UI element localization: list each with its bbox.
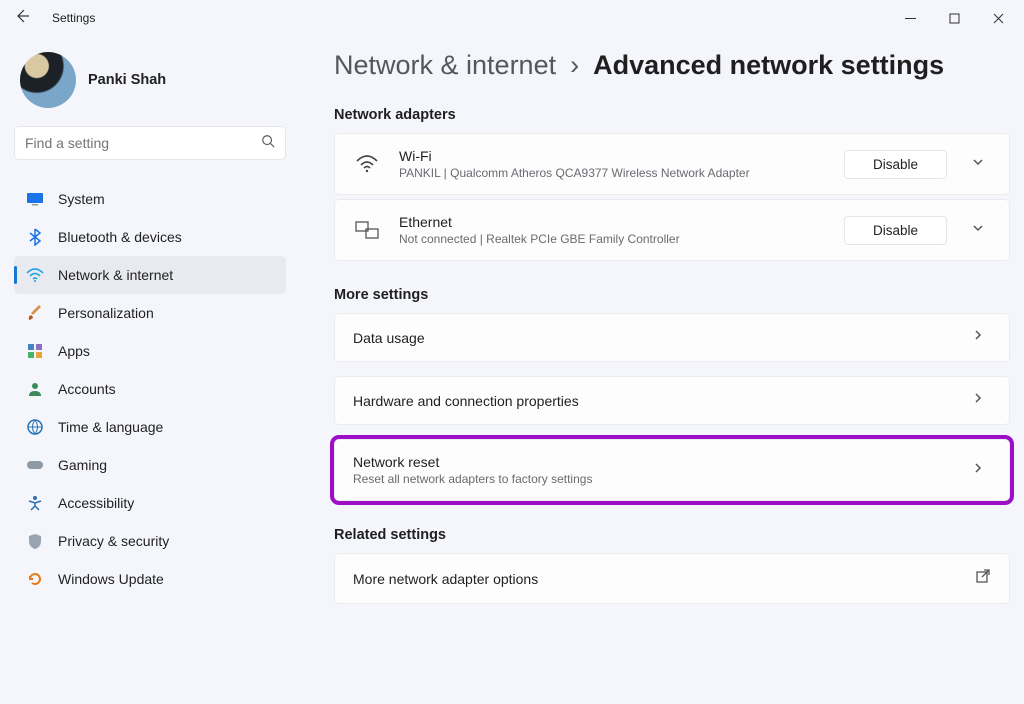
avatar [20, 52, 76, 108]
page-title: Advanced network settings [593, 50, 944, 81]
user-profile[interactable]: Panki Shah [14, 46, 286, 126]
ethernet-icon [353, 221, 381, 239]
chevron-right-icon: › [570, 50, 579, 81]
chevron-right-icon [965, 391, 991, 410]
hardware-properties-row[interactable]: Hardware and connection properties [334, 376, 1010, 425]
more-adapter-options-row[interactable]: More network adapter options [334, 553, 1010, 604]
section-related-title: Related settings [334, 527, 1010, 543]
bluetooth-icon [26, 228, 44, 246]
adapter-ethernet[interactable]: Ethernet Not connected | Realtek PCIe GB… [334, 199, 1010, 261]
row-desc: Reset all network adapters to factory se… [353, 472, 947, 486]
sidebar-item-apps[interactable]: Apps [14, 332, 286, 370]
breadcrumb: Network & internet › Advanced network se… [334, 50, 1010, 81]
minimize-button[interactable] [888, 3, 932, 33]
sidebar-item-label: Windows Update [58, 571, 164, 587]
wifi-icon [26, 266, 44, 284]
chevron-down-icon[interactable] [965, 221, 991, 240]
sidebar-item-label: Gaming [58, 457, 107, 473]
close-button[interactable] [976, 3, 1020, 33]
network-reset-row[interactable]: Network reset Reset all network adapters… [334, 439, 1010, 501]
main-content: Network & internet › Advanced network se… [300, 36, 1024, 704]
sidebar-item-label: Time & language [58, 419, 163, 435]
data-usage-row[interactable]: Data usage [334, 313, 1010, 362]
adapter-name: Ethernet [399, 214, 826, 230]
disable-button[interactable]: Disable [844, 216, 947, 245]
chevron-down-icon[interactable] [965, 155, 991, 174]
search-icon [261, 134, 275, 153]
sidebar-item-label: System [58, 191, 105, 207]
open-external-icon [975, 568, 991, 589]
brush-icon [26, 304, 44, 322]
sidebar-item-privacy[interactable]: Privacy & security [14, 522, 286, 560]
adapter-desc: Not connected | Realtek PCIe GBE Family … [399, 232, 826, 246]
apps-icon [26, 342, 44, 360]
sidebar-item-label: Apps [58, 343, 90, 359]
sidebar-item-update[interactable]: Windows Update [14, 560, 286, 598]
accessibility-icon [26, 494, 44, 512]
sidebar-item-personalization[interactable]: Personalization [14, 294, 286, 332]
sidebar-item-time[interactable]: Time & language [14, 408, 286, 446]
disable-button[interactable]: Disable [844, 150, 947, 179]
gamepad-icon [26, 456, 44, 474]
section-adapters-title: Network adapters [334, 107, 1010, 123]
search-input-wrap[interactable] [14, 126, 286, 160]
shield-icon [26, 532, 44, 550]
sidebar: Panki Shah System Bluetooth & devices Ne… [0, 36, 300, 704]
wifi-icon [353, 155, 381, 173]
section-more-title: More settings [334, 287, 1010, 303]
globe-icon [26, 418, 44, 436]
breadcrumb-parent[interactable]: Network & internet [334, 50, 556, 81]
row-label: Network reset [353, 454, 947, 470]
title-bar: Settings [0, 0, 1024, 36]
maximize-button[interactable] [932, 3, 976, 33]
sidebar-item-label: Network & internet [58, 267, 173, 283]
display-icon [26, 190, 44, 208]
update-icon [26, 570, 44, 588]
person-icon [26, 380, 44, 398]
search-input[interactable] [25, 135, 261, 151]
sidebar-item-label: Personalization [58, 305, 154, 321]
user-name: Panki Shah [88, 72, 166, 88]
row-label: Hardware and connection properties [353, 393, 947, 409]
row-label: More network adapter options [353, 571, 957, 587]
back-button[interactable] [14, 8, 38, 29]
sidebar-item-system[interactable]: System [14, 180, 286, 218]
sidebar-item-gaming[interactable]: Gaming [14, 446, 286, 484]
sidebar-item-bluetooth[interactable]: Bluetooth & devices [14, 218, 286, 256]
sidebar-item-accessibility[interactable]: Accessibility [14, 484, 286, 522]
sidebar-item-network[interactable]: Network & internet [14, 256, 286, 294]
sidebar-item-label: Bluetooth & devices [58, 229, 182, 245]
sidebar-item-accounts[interactable]: Accounts [14, 370, 286, 408]
adapter-wifi[interactable]: Wi-Fi PANKIL | Qualcomm Atheros QCA9377 … [334, 133, 1010, 195]
sidebar-item-label: Accounts [58, 381, 116, 397]
nav: System Bluetooth & devices Network & int… [14, 180, 286, 598]
chevron-right-icon [965, 461, 991, 480]
row-label: Data usage [353, 330, 947, 346]
sidebar-item-label: Privacy & security [58, 533, 169, 549]
chevron-right-icon [965, 328, 991, 347]
window-title: Settings [52, 11, 95, 25]
adapter-name: Wi-Fi [399, 148, 826, 164]
adapter-desc: PANKIL | Qualcomm Atheros QCA9377 Wirele… [399, 166, 826, 180]
sidebar-item-label: Accessibility [58, 495, 134, 511]
